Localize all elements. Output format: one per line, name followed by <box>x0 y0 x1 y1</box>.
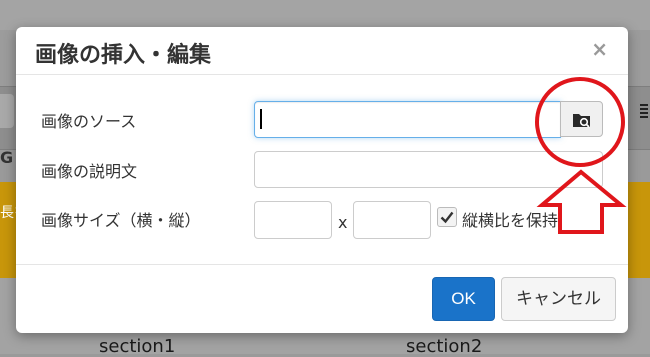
cancel-button[interactable]: キャンセル <box>501 277 616 321</box>
text-cursor <box>260 109 262 129</box>
image-description-label: 画像の説明文 <box>41 162 138 181</box>
background-toolbar-button <box>0 94 14 128</box>
keep-ratio-label[interactable]: 縦横比を保持 <box>462 207 558 231</box>
background-fragment-g: G <box>0 148 14 167</box>
image-size-label: 画像サイズ（横・縦） <box>41 211 201 230</box>
image-height-input[interactable] <box>353 201 431 239</box>
background-toolbar-icon <box>640 104 648 120</box>
keep-ratio-checkbox[interactable] <box>437 207 457 227</box>
browse-image-button[interactable] <box>560 101 603 137</box>
dialog-footer: OK キャンセル <box>16 264 628 333</box>
size-separator: x <box>338 213 348 232</box>
image-width-input[interactable] <box>254 201 332 239</box>
image-description-input[interactable] <box>254 151 603 188</box>
ok-button[interactable]: OK <box>432 277 495 321</box>
image-source-label: 画像のソース <box>41 112 137 131</box>
dialog-header: 画像の挿入・編集 × <box>16 27 628 75</box>
dialog-title: 画像の挿入・編集 <box>35 42 212 67</box>
image-insert-dialog: 画像の挿入・編集 × 画像のソース 画像の説明文 画像サイズ（横・縦） x 縦横… <box>16 27 628 333</box>
close-button[interactable]: × <box>591 39 608 59</box>
folder-search-icon <box>573 114 590 128</box>
image-source-input[interactable] <box>254 101 561 138</box>
checkmark-icon <box>440 211 454 224</box>
background-header <box>0 0 650 30</box>
